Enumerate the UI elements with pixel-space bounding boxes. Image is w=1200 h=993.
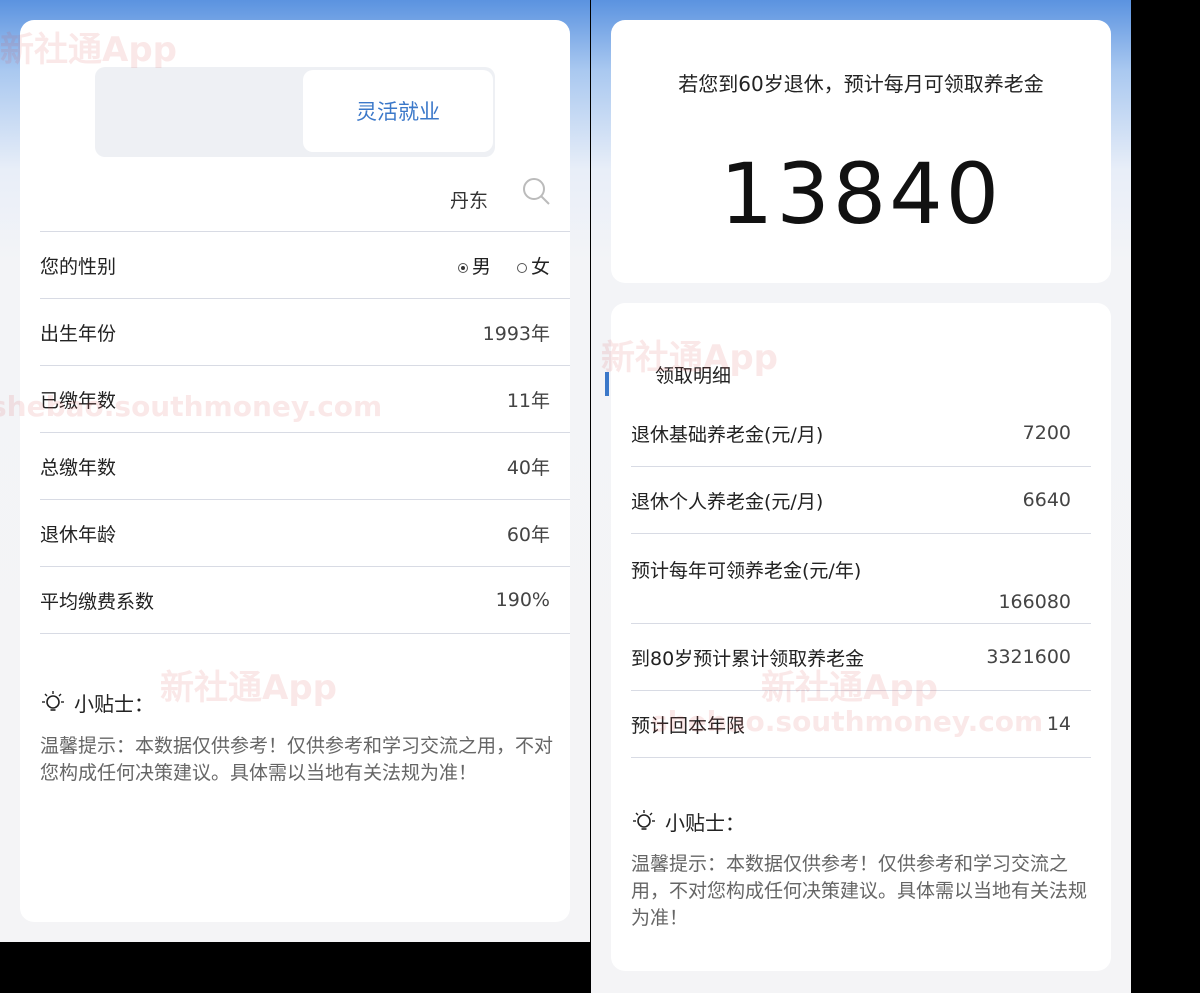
input-rows: 您的性别 男 女 出生年份 1993年 已缴年数 11年 总缴年数 40年 退休… — [40, 231, 570, 634]
detail-row: 预计每年可领养老金(元/年) 166080 — [631, 534, 1091, 624]
right-edge-strip — [1131, 0, 1200, 993]
row-value: 40年 — [506, 456, 550, 479]
row-label: 退休年龄 — [40, 523, 117, 546]
gender-row: 您的性别 男 女 — [40, 231, 570, 298]
gender-radio-male[interactable]: 男 — [457, 252, 491, 279]
detail-rows: 退休基础养老金(元/月) 7200 退休个人养老金(元/月) 6640 预计每年… — [631, 400, 1091, 758]
detail-label: 退休基础养老金(元/月) — [631, 423, 824, 446]
detail-row: 预计回本年限 14 — [631, 691, 1091, 758]
calculator-result-panel: 若您到60岁退休，预计每月可领取养老金 13840 领取明细 退休基础养老金(元… — [591, 0, 1131, 993]
row-label: 出生年份 — [40, 322, 117, 345]
detail-label: 预计每年可领养老金(元/年) — [631, 560, 862, 582]
detail-value: 7200 — [1022, 422, 1071, 444]
gender-option-male: 男 — [471, 255, 491, 278]
row-value: 190% — [495, 589, 550, 611]
gender-option-female: 女 — [530, 255, 550, 278]
detail-section-title: 领取明细 — [655, 365, 732, 387]
total-years-row[interactable]: 总缴年数 40年 — [40, 432, 570, 499]
calculator-input-panel: 灵活就业 丹东 您的性别 男 女 出生年份 1993年 已缴年数 11年 总缴年… — [0, 0, 590, 942]
radio-checked-icon — [457, 263, 468, 273]
search-icon[interactable] — [522, 177, 552, 207]
detail-label: 到80岁预计累计领取养老金 — [631, 647, 865, 670]
row-label: 总缴年数 — [40, 456, 117, 479]
monthly-pension-amount: 13840 — [719, 145, 1003, 243]
detail-label: 退休个人养老金(元/月) — [631, 490, 824, 513]
tip-title: 小贴士： — [631, 807, 745, 836]
contribution-ratio-row[interactable]: 平均缴费系数 190% — [40, 566, 570, 634]
row-value: 11年 — [506, 389, 550, 412]
detail-row: 退休基础养老金(元/月) 7200 — [631, 400, 1091, 467]
row-label: 平均缴费系数 — [40, 590, 155, 613]
tab-flexible-employment[interactable]: 灵活就业 — [303, 70, 493, 152]
retirement-age-row[interactable]: 退休年龄 60年 — [40, 499, 570, 566]
birth-year-row[interactable]: 出生年份 1993年 — [40, 298, 570, 365]
detail-value: 3321600 — [986, 646, 1071, 668]
radio-unchecked-icon — [516, 263, 527, 273]
row-value: 60年 — [506, 523, 550, 546]
tip-title: 小贴士： — [40, 688, 154, 717]
tip-title-text: 小贴士： — [74, 692, 154, 716]
tip-title-text: 小贴士： — [665, 811, 745, 835]
lightbulb-icon — [633, 809, 655, 830]
section-accent-bar — [605, 372, 609, 396]
gender-radio-group: 男 女 — [438, 252, 550, 279]
tip-text: 温馨提示：本数据仅供参考！仅供参考和学习交流之用，不对您构成任何决策建议。具体需… — [40, 735, 554, 784]
paid-years-row[interactable]: 已缴年数 11年 — [40, 365, 570, 432]
detail-row: 退休个人养老金(元/月) 6640 — [631, 467, 1091, 534]
row-label: 已缴年数 — [40, 389, 117, 412]
result-summary-card: 若您到60岁退休，预计每月可领取养老金 13840 — [611, 20, 1111, 283]
detail-label: 预计回本年限 — [631, 714, 746, 737]
detail-card: 领取明细 退休基础养老金(元/月) 7200 退休个人养老金(元/月) 6640… — [605, 303, 1111, 971]
result-headline: 若您到60岁退休，预计每月可领取养老金 — [678, 72, 1044, 96]
tip-text: 温馨提示：本数据仅供参考！仅供参考和学习交流之用，不对您构成任何决策建议。具体需… — [631, 853, 1088, 929]
detail-value: 6640 — [1022, 489, 1071, 511]
detail-value: 166080 — [998, 591, 1071, 613]
input-card: 灵活就业 丹东 您的性别 男 女 出生年份 1993年 已缴年数 11年 总缴年… — [20, 20, 570, 922]
lightbulb-icon — [42, 690, 64, 711]
gender-label: 您的性别 — [40, 255, 117, 278]
city-label[interactable]: 丹东 — [450, 186, 488, 213]
detail-value: 14 — [1046, 713, 1071, 735]
gender-radio-female[interactable]: 女 — [516, 252, 550, 279]
row-value: 1993年 — [482, 322, 550, 345]
detail-row: 到80岁预计累计领取养老金 3321600 — [631, 624, 1091, 691]
